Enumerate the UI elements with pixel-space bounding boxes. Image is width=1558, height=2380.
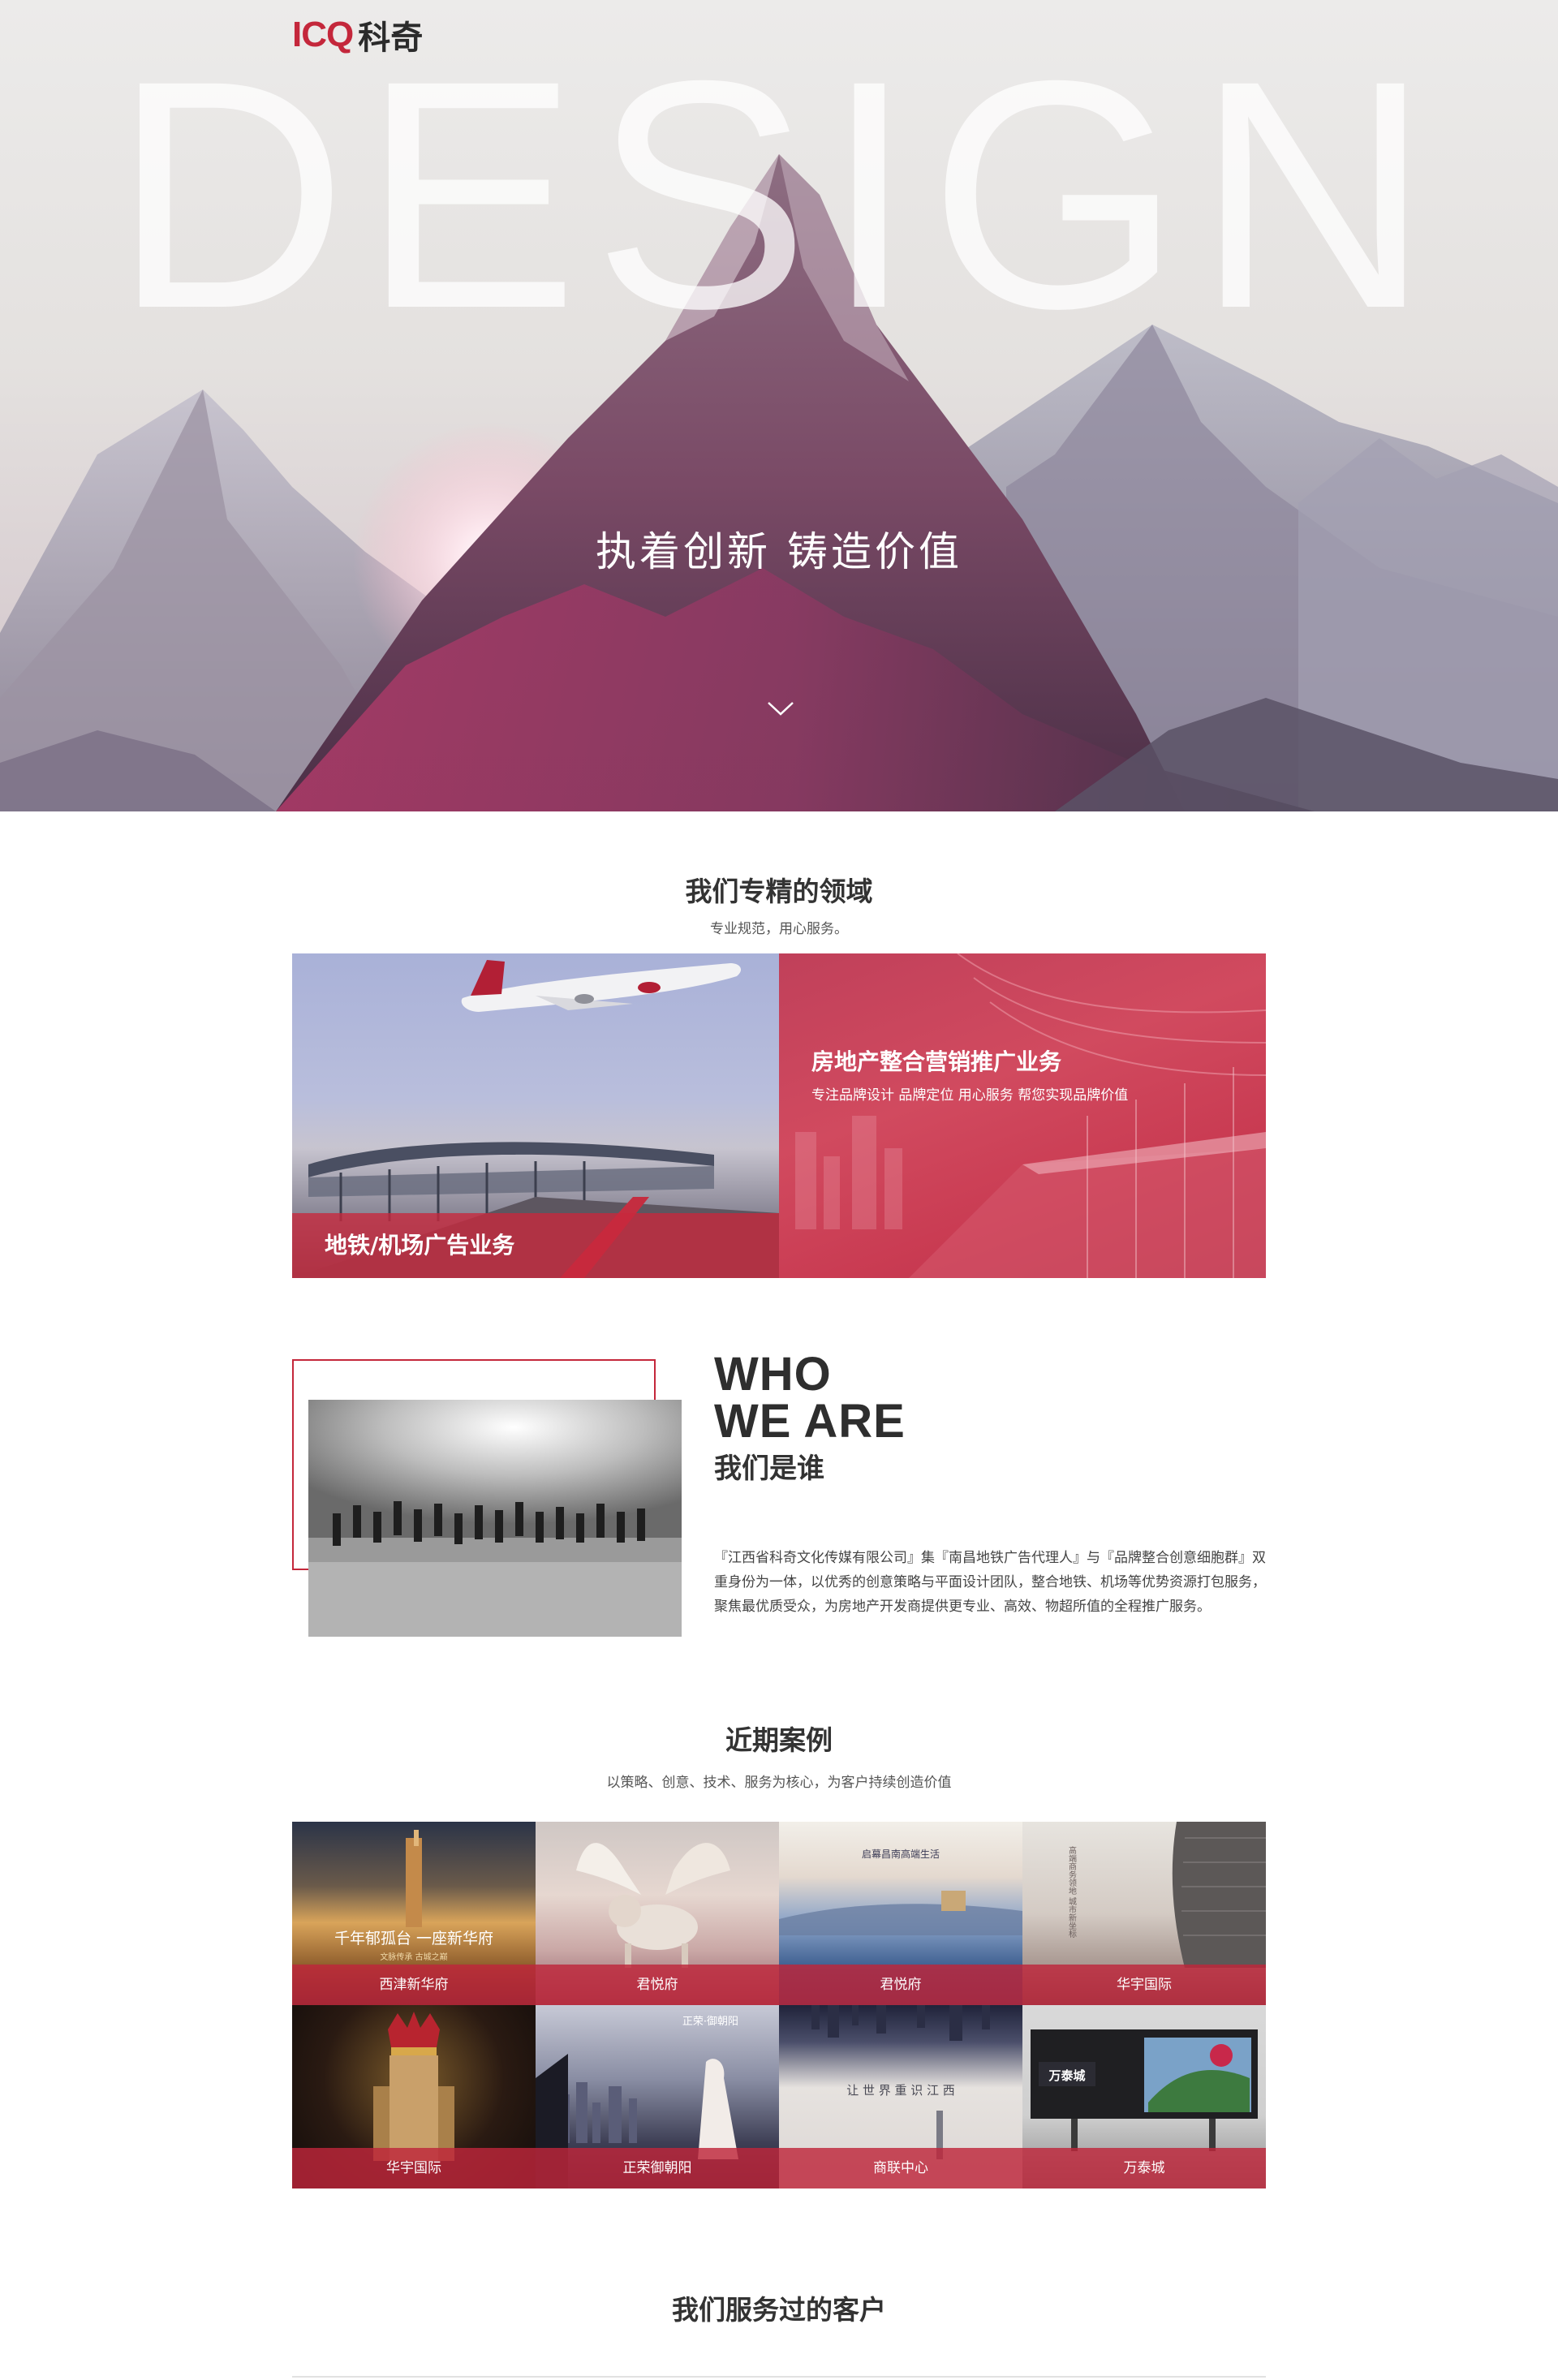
- case-label: 华宇国际: [1022, 1965, 1266, 2005]
- fields-section-subtitle: 专业规范，用心服务。: [710, 921, 848, 937]
- team-jumping-photo: [308, 1400, 682, 1637]
- case-headline: 启幕昌南高端生活: [862, 1848, 940, 1860]
- company-description: 『江西省科奇文化传媒有限公司』集『南昌地铁广告代理人』与『品牌整合创意细胞群』双…: [714, 1550, 1266, 1615]
- airplane-icon: [461, 960, 742, 1012]
- crown-icon: [388, 2012, 440, 2055]
- hero-slogan: 执着创新 铸造价值: [596, 528, 962, 575]
- case-label: 西津新华府: [292, 1965, 536, 2005]
- case-card-huayu-1[interactable]: 高端商务领地 城市新坐标 华宇国际: [1022, 1822, 1266, 2005]
- case-subheadline: 文脉传承 古城之巅: [380, 1952, 447, 1962]
- case-headline: 高端商务领地 城市新坐标: [1067, 1845, 1077, 1939]
- case-card-zhengrong[interactable]: 正荣·御朝阳 正荣御朝阳: [536, 2005, 779, 2188]
- brand-logo[interactable]: ICQ 科奇: [292, 11, 423, 58]
- field-card-description: 专注品牌设计 品牌定位 用心服务 帮您实现品牌价值: [811, 1087, 1129, 1104]
- case-headline: 千年郁孤台 一座新华府: [334, 1930, 493, 1947]
- cases-section-subtitle: 以策略、创意、技术、服务为核心，为客户持续创造价值: [606, 1775, 952, 1791]
- case-label: 君悦府: [536, 1965, 779, 2005]
- case-card-huayu-2[interactable]: 华宇国际: [292, 2005, 536, 2188]
- corridor-image: [795, 953, 1266, 1278]
- brand-logo-name: 科奇: [358, 19, 424, 57]
- field-card-label: 房地产整合营销推广业务: [811, 1048, 1062, 1075]
- case-label: 商联中心: [779, 2148, 1022, 2188]
- case-card-junyuefu-2[interactable]: 启幕昌南高端生活 君悦府: [779, 1822, 1022, 2005]
- case-card-junyuefu-1[interactable]: 君悦府: [536, 1822, 779, 2005]
- who-heading-line1: WHO: [714, 1348, 832, 1401]
- clients-divider: [292, 2376, 1266, 2378]
- case-label: 君悦府: [779, 1965, 1022, 2005]
- hero-banner: DESIGN ICQ 科奇 执着创新 铸造价值: [0, 0, 1558, 811]
- field-card-label: 地铁/机场广告业务: [325, 1232, 515, 1259]
- case-headline: 让 世 界 重 识 江 西: [846, 2083, 955, 2098]
- fields-section-title: 我们专精的领域: [685, 876, 873, 907]
- hero-background-word: DESIGN: [113, 13, 1445, 376]
- who-heading-line2: WE ARE: [714, 1395, 906, 1448]
- case-label: 正荣御朝阳: [536, 2148, 779, 2188]
- field-card-metro-airport[interactable]: 地铁/机场广告业务: [292, 953, 779, 1278]
- case-grid: 千年郁孤台 一座新华府 文脉传承 古城之巅 西津新华府 君悦府 启幕昌南高端生活…: [292, 1822, 1266, 2188]
- who-heading-en: WHO WE ARE: [714, 1351, 906, 1445]
- brand-logo-mark: ICQ: [292, 15, 354, 54]
- case-card-xijin[interactable]: 千年郁孤台 一座新华府 文脉传承 古城之巅 西津新华府: [292, 1822, 536, 2005]
- chevron-down-icon[interactable]: [766, 696, 795, 721]
- case-headline: 万泰城: [1048, 2068, 1085, 2083]
- who-heading-cn: 我们是谁: [714, 1453, 824, 1485]
- cases-section-title: 近期案例: [725, 1724, 833, 1756]
- case-headline: 正荣·御朝阳: [682, 2016, 738, 2028]
- clients-section-title: 我们服务过的客户: [672, 2294, 886, 2326]
- case-label: 华宇国际: [292, 2148, 536, 2188]
- case-label: 万泰城: [1022, 2148, 1266, 2188]
- case-card-shanglian[interactable]: 让 世 界 重 识 江 西 商联中心: [779, 2005, 1022, 2188]
- field-card-real-estate[interactable]: 房地产整合营销推广业务 专注品牌设计 品牌定位 用心服务 帮您实现品牌价值: [779, 953, 1266, 1278]
- case-card-wantai[interactable]: 万泰城 万泰城: [1022, 2005, 1266, 2188]
